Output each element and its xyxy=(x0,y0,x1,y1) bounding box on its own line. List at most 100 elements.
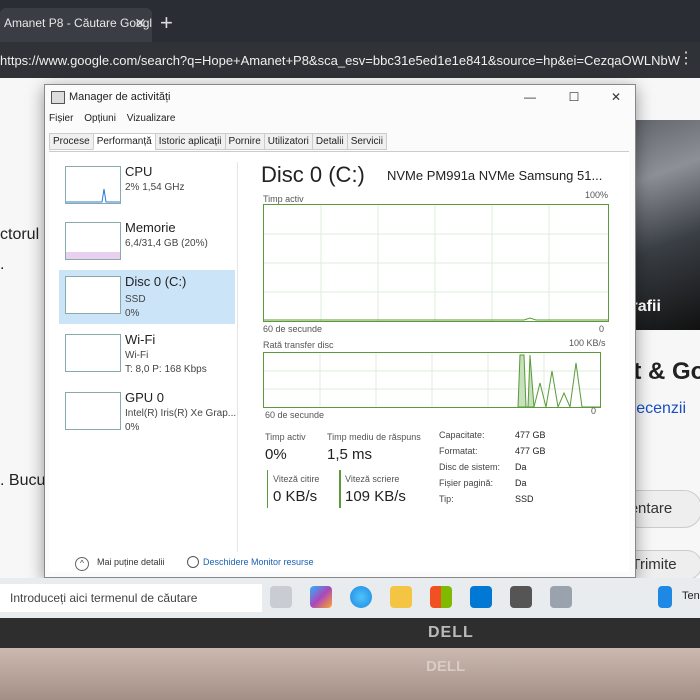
store-icon[interactable] xyxy=(430,586,452,608)
browser-menu-icon[interactable]: ⋮ xyxy=(678,48,694,68)
transfer-rate-label: Rată transfer disc xyxy=(263,340,334,350)
window-title: Manager de activități xyxy=(69,91,171,103)
transfer-rate-window: 60 de secunde xyxy=(265,410,325,420)
active-time-min: 0 xyxy=(599,324,605,334)
sidebar-item-detail: 2% 1,54 GHz xyxy=(125,182,185,193)
title-bar[interactable]: Manager de activități — ☐ ✕ xyxy=(45,85,635,109)
tab-details[interactable]: Detalii xyxy=(311,133,348,150)
stat-read-label: Viteză citire xyxy=(273,474,320,484)
stat-response-value: 1,5 ms xyxy=(327,446,373,463)
task-manager-icon xyxy=(51,91,65,104)
thermometer-icon[interactable] xyxy=(658,586,672,608)
resource-monitor-icon xyxy=(187,556,199,568)
menu-file[interactable]: Fișier xyxy=(49,113,73,124)
prop-type-value: SSD xyxy=(515,494,534,504)
gpu-thumbnail-graph xyxy=(65,392,121,430)
sidebar-item-label: Wi-Fi xyxy=(125,332,156,347)
menu-options[interactable]: Opțiuni xyxy=(84,113,116,124)
taskbar-search-box[interactable]: Introduceți aici termenul de căutare xyxy=(0,584,262,612)
stat-read-value: 0 KB/s xyxy=(273,488,318,505)
task-manager-window: Manager de activități — ☐ ✕ Fișier Opțiu… xyxy=(44,84,636,578)
prop-capacity-value: 477 GB xyxy=(515,430,546,440)
result-fragment: . xyxy=(0,256,5,273)
transfer-rate-max: 100 KB/s xyxy=(569,338,606,348)
sidebar-item-detail: SSD xyxy=(125,294,146,305)
active-time-label: Timp activ xyxy=(263,194,304,204)
performance-panel: CPU 2% 1,54 GHz Memorie 6,4/31,4 GB (20%… xyxy=(49,151,629,572)
sidebar-item-detail: Wi-Fi xyxy=(125,350,149,361)
sidebar-item-detail: Intel(R) Iris(R) Xe Grap... xyxy=(125,408,237,419)
sidebar-item-label: Disc 0 (C:) xyxy=(125,274,187,289)
sidebar-item-disk[interactable]: Disc 0 (C:) SSD 0% xyxy=(59,270,235,324)
tab-startup[interactable]: Pornire xyxy=(224,133,265,150)
prop-formatted-label: Formatat: xyxy=(439,446,478,456)
footer-bar: ^ Mai puține detalii Deschidere Monitor … xyxy=(45,551,635,575)
sidebar-item-memory[interactable]: Memorie 6,4/31,4 GB (20%) xyxy=(59,216,235,270)
minimize-button[interactable]: — xyxy=(515,87,545,107)
sidebar-item-usage: 0% xyxy=(125,422,140,433)
read-indicator xyxy=(267,470,268,508)
cpu-thumbnail-graph xyxy=(65,166,121,204)
tab-app-history[interactable]: Istoric aplicații xyxy=(154,133,226,150)
stat-write-label: Viteză scriere xyxy=(345,474,400,484)
menu-bar: Fișier Opțiuni Vizualizare xyxy=(49,113,183,124)
sidebar-item-throughput: T: 8,0 P: 168 Kbps xyxy=(125,364,207,375)
sidebar-item-detail: 6,4/31,4 GB (20%) xyxy=(125,238,208,249)
task-view-icon[interactable] xyxy=(270,586,292,608)
active-time-window: 60 de secunde xyxy=(263,324,323,334)
outlook-icon[interactable] xyxy=(470,586,492,608)
prop-pagefile-value: Da xyxy=(515,478,527,488)
laptop-base xyxy=(0,648,700,700)
tab-performance[interactable]: Performanță xyxy=(92,133,156,150)
sidebar-item-cpu[interactable]: CPU 2% 1,54 GHz xyxy=(59,160,235,214)
tab-users[interactable]: Utilizatori xyxy=(263,133,313,150)
weather-text: Ten xyxy=(682,590,700,602)
disk-model: NVMe PM991a NVMe Samsung 51... xyxy=(387,168,603,183)
brand-logo-reflection: DELL xyxy=(426,658,466,675)
sidebar-item-wifi[interactable]: Wi-Fi Wi-Fi T: 8,0 P: 168 Kbps xyxy=(59,328,235,382)
stat-response-label: Timp mediu de răspuns xyxy=(327,432,421,442)
tab-services[interactable]: Servicii xyxy=(346,133,387,150)
memory-thumbnail-graph xyxy=(65,222,121,260)
tab-processes[interactable]: Procese xyxy=(49,133,94,150)
address-bar[interactable]: https://www.google.com/search?q=Hope+Ama… xyxy=(0,50,680,72)
browser-tab-strip: Amanet P8 - Căutare Googl ✕ + xyxy=(0,0,700,42)
active-time-graph xyxy=(263,204,609,322)
browser-tab[interactable]: Amanet P8 - Căutare Googl ✕ xyxy=(0,8,152,42)
prop-type-label: Tip: xyxy=(439,494,454,504)
wifi-thumbnail-graph xyxy=(65,334,121,372)
address-bar-container: https://www.google.com/search?q=Hope+Ama… xyxy=(0,42,700,78)
sidebar-item-gpu[interactable]: GPU 0 Intel(R) Iris(R) Xe Grap... 0% xyxy=(59,386,237,440)
sidebar-item-label: Memorie xyxy=(125,220,176,235)
write-indicator xyxy=(339,470,341,508)
disk-thumbnail-graph xyxy=(65,276,121,314)
task-manager-taskbar-icon[interactable] xyxy=(550,586,572,608)
stat-write-value: 109 KB/s xyxy=(345,488,406,505)
prop-system-disk-value: Da xyxy=(515,462,527,472)
prop-capacity-label: Capacitate: xyxy=(439,430,485,440)
sidebar-item-label: CPU xyxy=(125,164,153,179)
menu-view[interactable]: Vizualizare xyxy=(127,113,176,124)
transfer-rate-min: 0 xyxy=(591,406,597,416)
copilot-icon[interactable] xyxy=(310,586,332,608)
new-tab-button[interactable]: + xyxy=(160,8,173,38)
prop-formatted-value: 477 GB xyxy=(515,446,546,456)
chevron-up-icon[interactable]: ^ xyxy=(75,557,89,571)
maximize-button[interactable]: ☐ xyxy=(559,87,589,107)
prop-pagefile-label: Fișier pagină: xyxy=(439,478,494,488)
edge-icon[interactable] xyxy=(350,586,372,608)
open-resource-monitor-link[interactable]: Deschidere Monitor resurse xyxy=(203,557,314,567)
taskbar: Introduceți aici termenul de căutare Ten xyxy=(0,578,700,618)
fewer-details-link[interactable]: Mai puține detalii xyxy=(97,557,165,567)
sidebar-item-label: GPU 0 xyxy=(125,390,165,405)
app-icon[interactable] xyxy=(510,586,532,608)
file-explorer-icon[interactable] xyxy=(390,586,412,608)
transfer-rate-graph xyxy=(263,352,601,409)
stat-active-value: 0% xyxy=(265,446,287,463)
close-icon[interactable]: ✕ xyxy=(134,8,146,38)
brand-logo: DELL xyxy=(428,624,474,641)
close-button[interactable]: ✕ xyxy=(601,87,631,107)
panel-divider xyxy=(237,162,238,552)
active-time-max: 100% xyxy=(585,190,609,200)
stat-active-label: Timp activ xyxy=(265,432,306,442)
